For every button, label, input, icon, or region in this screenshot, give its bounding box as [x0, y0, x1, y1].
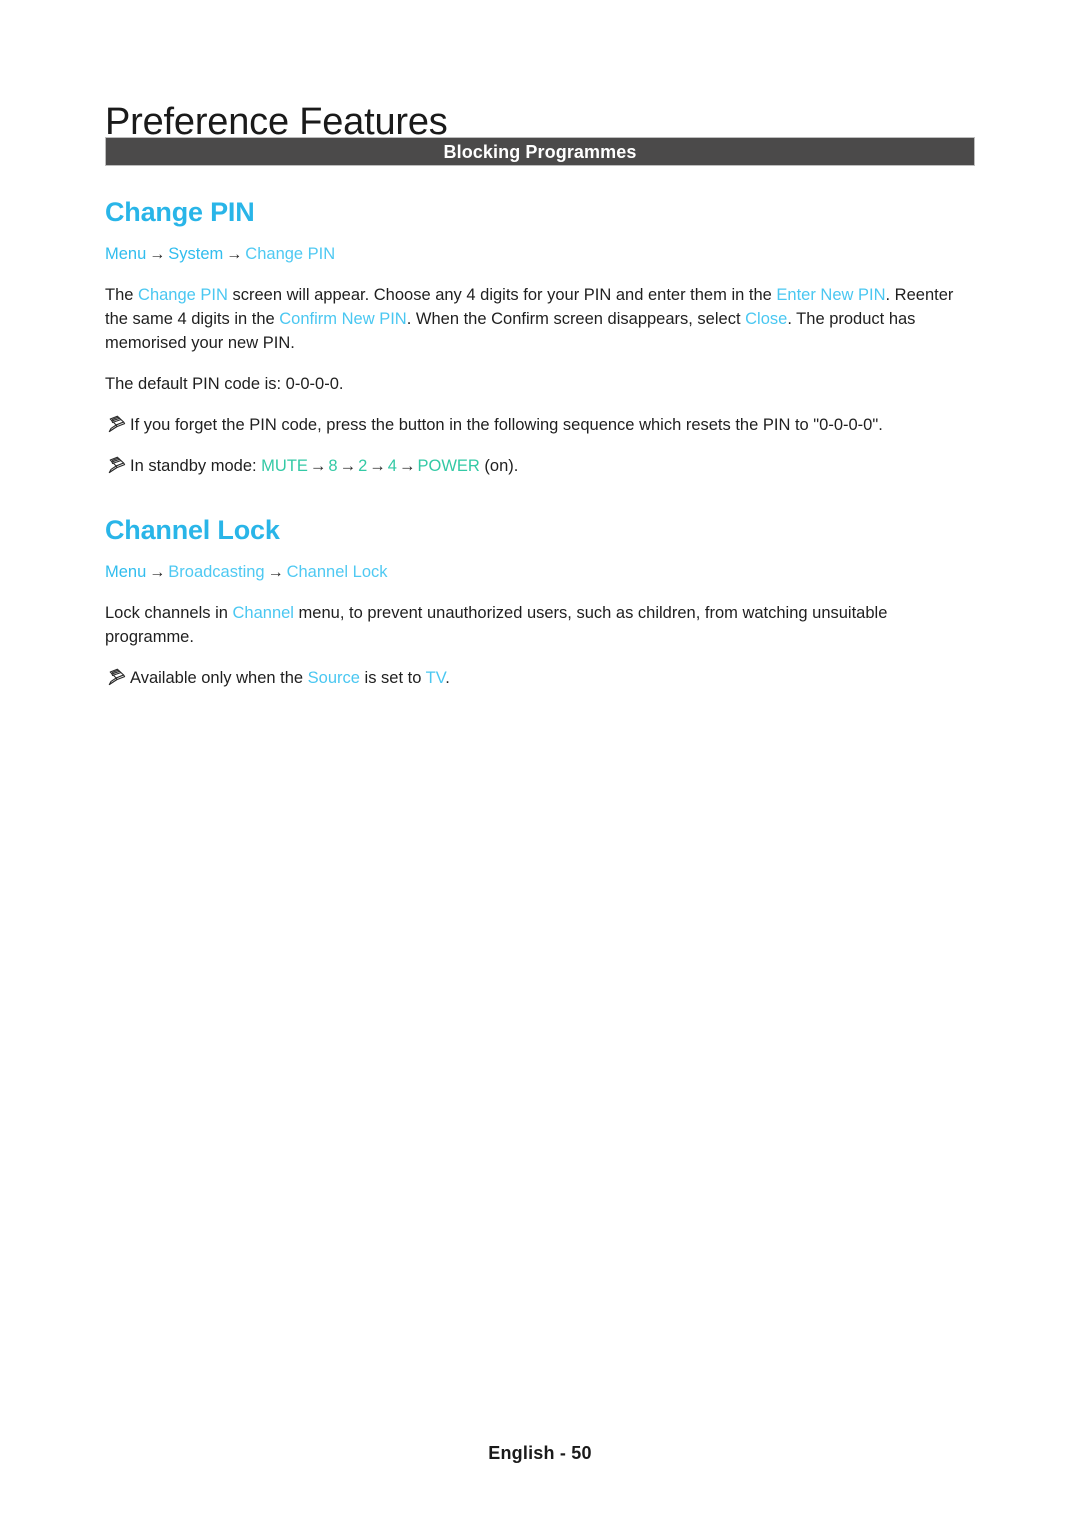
breadcrumb-item-menu[interactable]: Menu — [105, 245, 146, 263]
inline-link-change-pin: Change PIN — [138, 286, 228, 304]
inline-link-channel: Channel — [232, 604, 294, 622]
note-text: If you forget the PIN code, press the bu… — [130, 416, 883, 434]
text-fragment: is set to — [359, 669, 426, 687]
sequence-key-8: 8 — [328, 457, 338, 475]
breadcrumb-item-menu[interactable]: Menu — [105, 563, 146, 581]
page-footer: English - 50 — [488, 1443, 592, 1463]
sequence-key-4: 4 — [387, 457, 397, 475]
page-content: Change PIN Menu → System → Change PIN The Ch… — [105, 196, 977, 690]
section-banner-label: Blocking Programmes — [443, 141, 637, 162]
sequence-arrow-icon: → — [339, 457, 357, 475]
breadcrumb-channel-lock: Menu → Broadcasting → Channel Lock — [105, 562, 977, 583]
default-pin-line: The default PIN code is: 0-0-0-0. — [105, 375, 344, 393]
inline-link-source: Source — [307, 669, 360, 687]
pencil-note-icon — [107, 414, 127, 434]
topic-change-pin: Change PIN Menu → System → Change PIN The Ch… — [105, 196, 977, 478]
breadcrumb-item-system[interactable]: System — [168, 245, 223, 263]
inline-link-tv: TV — [425, 669, 446, 687]
text-fragment: . When the Confirm screen disappears, se… — [406, 310, 746, 328]
note-source-tv: Available only when the Source is set to… — [105, 666, 977, 690]
sequence-key-power: POWER — [417, 457, 480, 475]
paragraph-change-pin: The Change PIN screen will appear. Choos… — [105, 283, 977, 355]
sequence-arrow-icon: → — [369, 457, 386, 475]
breadcrumb-change-pin: Menu → System → Change PIN — [105, 244, 977, 265]
text-fragment: . — [445, 669, 450, 687]
sequence-arrow-icon: → — [398, 457, 416, 475]
heading-change-pin: Change PIN — [105, 197, 255, 227]
breadcrumb-item-change-pin[interactable]: Change PIN — [245, 245, 335, 263]
inline-link-confirm-new-pin: Confirm New PIN — [279, 310, 407, 328]
paragraph-channel-lock: Lock channels in Channel menu, to preven… — [105, 601, 977, 649]
note-forgot-pin: If you forget the PIN code, press the bu… — [105, 413, 977, 437]
breadcrumb-item-channel-lock[interactable]: Channel Lock — [287, 563, 388, 581]
inline-link-close: Close — [745, 310, 788, 328]
breadcrumb-arrow-icon: → — [149, 564, 166, 581]
text-fragment: screen will appear. Choose any 4 digits … — [227, 286, 777, 304]
topic-channel-lock: Channel Lock Menu → Broadcasting → Channel L… — [105, 514, 977, 690]
note-text-prefix: In standby mode: — [130, 457, 262, 475]
sequence-key-mute: MUTE — [261, 457, 308, 475]
note-text: Available only when the — [130, 669, 308, 687]
section-banner: Blocking Programmes — [105, 137, 975, 166]
breadcrumb-item-broadcasting[interactable]: Broadcasting — [168, 563, 264, 581]
breadcrumb-arrow-icon: → — [267, 564, 284, 581]
document-page: Preference Features Blocking Programmes … — [0, 0, 1080, 1519]
heading-channel-lock: Channel Lock — [105, 515, 280, 545]
breadcrumb-arrow-icon: → — [149, 246, 166, 263]
pencil-note-icon — [107, 455, 127, 475]
pencil-note-icon — [107, 667, 127, 687]
note-text-suffix: (on). — [479, 457, 519, 475]
topic-spacer — [105, 478, 977, 514]
sequence-arrow-icon: → — [309, 457, 327, 475]
breadcrumb-arrow-icon: → — [226, 246, 243, 263]
text-fragment: Lock channels in — [105, 604, 233, 622]
inline-link-enter-new-pin: Enter New PIN — [776, 286, 886, 304]
sequence-key-2: 2 — [358, 457, 368, 475]
note-standby-sequence: In standby mode: MUTE → 8 → 2 → 4 → POWER (on). — [105, 454, 977, 478]
text-fragment: The — [105, 286, 139, 304]
